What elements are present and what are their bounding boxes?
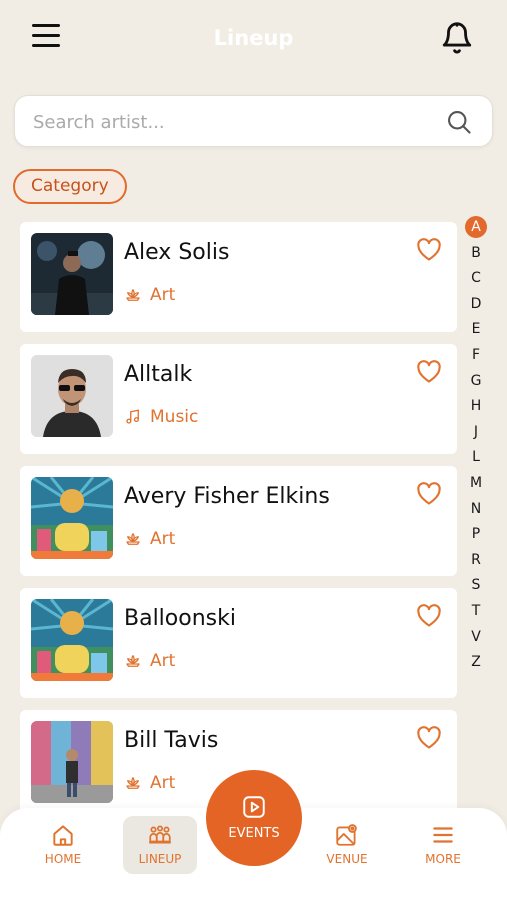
play-icon bbox=[243, 796, 265, 818]
alphabet-letter-b[interactable]: B bbox=[464, 241, 488, 267]
app-header: Lineup bbox=[0, 0, 507, 80]
nav-home[interactable]: HOME bbox=[26, 816, 100, 874]
artist-name: Balloonski bbox=[124, 606, 236, 631]
artist-category-label: Music bbox=[150, 407, 199, 427]
favorite-heart-icon[interactable] bbox=[415, 358, 443, 384]
search-input[interactable] bbox=[33, 109, 433, 135]
alphabet-letter-l[interactable]: L bbox=[464, 445, 488, 471]
artist-photo bbox=[31, 233, 113, 315]
favorite-heart-icon[interactable] bbox=[415, 236, 443, 262]
alphabet-letter-e[interactable]: E bbox=[464, 317, 488, 343]
alphabet-letter-j[interactable]: J bbox=[464, 420, 488, 446]
alphabet-letter-c[interactable]: C bbox=[464, 266, 488, 292]
artist-card-avery-fisher-elkins[interactable]: Avery Fisher Elkins Art bbox=[20, 466, 457, 576]
music-note-icon bbox=[126, 409, 139, 424]
artist-category-label: Art bbox=[150, 285, 176, 305]
alphabet-index: A B C D E F G H J L M N P R S T V Z bbox=[464, 215, 488, 676]
alphabet-letter-n[interactable]: N bbox=[464, 497, 488, 523]
nav-more[interactable]: MORE bbox=[406, 816, 480, 874]
artist-name: Bill Tavis bbox=[124, 728, 219, 753]
alphabet-letter-h[interactable]: H bbox=[464, 394, 488, 420]
artist-photo bbox=[31, 355, 113, 437]
favorite-heart-icon[interactable] bbox=[415, 724, 443, 750]
nav-events-label: EVENTS bbox=[228, 826, 280, 841]
artist-card-alex-solis[interactable]: Alex Solis Art bbox=[20, 222, 457, 332]
alphabet-letter-r[interactable]: R bbox=[464, 548, 488, 574]
artist-category: Art bbox=[124, 285, 175, 305]
artist-name: Alex Solis bbox=[124, 240, 230, 265]
artist-card-balloonski[interactable]: Balloonski Art bbox=[20, 588, 457, 698]
nav-home-label: HOME bbox=[44, 852, 82, 866]
alphabet-letter-v[interactable]: V bbox=[464, 625, 488, 651]
lotus-icon bbox=[126, 777, 140, 789]
lotus-icon bbox=[126, 533, 140, 545]
alphabet-letter-a[interactable]: A bbox=[464, 215, 488, 241]
alphabet-letter-m[interactable]: M bbox=[464, 471, 488, 497]
nav-venue[interactable]: VENUE bbox=[310, 816, 384, 874]
artist-category-label: Art bbox=[150, 529, 176, 549]
artist-category: Art bbox=[124, 773, 175, 793]
artist-photo bbox=[31, 721, 113, 803]
alphabet-letter-z[interactable]: Z bbox=[464, 650, 488, 676]
favorite-heart-icon[interactable] bbox=[415, 602, 443, 628]
artist-name: Alltalk bbox=[124, 362, 193, 387]
artist-category: Art bbox=[124, 651, 175, 671]
notification-bell-icon[interactable] bbox=[440, 20, 474, 56]
festival-poster-image bbox=[31, 477, 113, 559]
search-icon[interactable] bbox=[445, 108, 473, 136]
artist-category: Music bbox=[124, 407, 198, 427]
page-title: Lineup bbox=[213, 26, 294, 50]
nav-events-button[interactable]: EVENTS bbox=[206, 770, 302, 866]
nav-lineup-label: LINEUP bbox=[138, 852, 182, 866]
alphabet-letter-d[interactable]: D bbox=[464, 292, 488, 318]
alphabet-letter-t[interactable]: T bbox=[464, 599, 488, 625]
alphabet-letter-s[interactable]: S bbox=[464, 573, 488, 599]
nav-venue-label: VENUE bbox=[326, 852, 368, 866]
home-icon bbox=[53, 825, 73, 846]
search-bar bbox=[14, 95, 493, 147]
category-filter-button[interactable]: Category bbox=[13, 169, 127, 204]
more-menu-icon bbox=[433, 827, 453, 843]
favorite-heart-icon[interactable] bbox=[415, 480, 443, 506]
artist-category: Art bbox=[124, 529, 175, 549]
artist-name: Avery Fisher Elkins bbox=[124, 484, 330, 509]
nav-more-label: MORE bbox=[425, 852, 461, 866]
group-people-icon bbox=[149, 825, 171, 844]
lotus-icon bbox=[126, 655, 140, 667]
festival-poster-image bbox=[31, 599, 113, 681]
artist-category-label: Art bbox=[150, 773, 176, 793]
lotus-icon bbox=[126, 289, 140, 301]
artist-card-alltalk[interactable]: Alltalk Music bbox=[20, 344, 457, 454]
alphabet-letter-f[interactable]: F bbox=[464, 343, 488, 369]
alphabet-letter-g[interactable]: G bbox=[464, 369, 488, 395]
nav-lineup[interactable]: LINEUP bbox=[123, 816, 197, 874]
artist-category-label: Art bbox=[150, 651, 176, 671]
map-pin-icon bbox=[336, 824, 357, 846]
alphabet-letter-p[interactable]: P bbox=[464, 522, 488, 548]
